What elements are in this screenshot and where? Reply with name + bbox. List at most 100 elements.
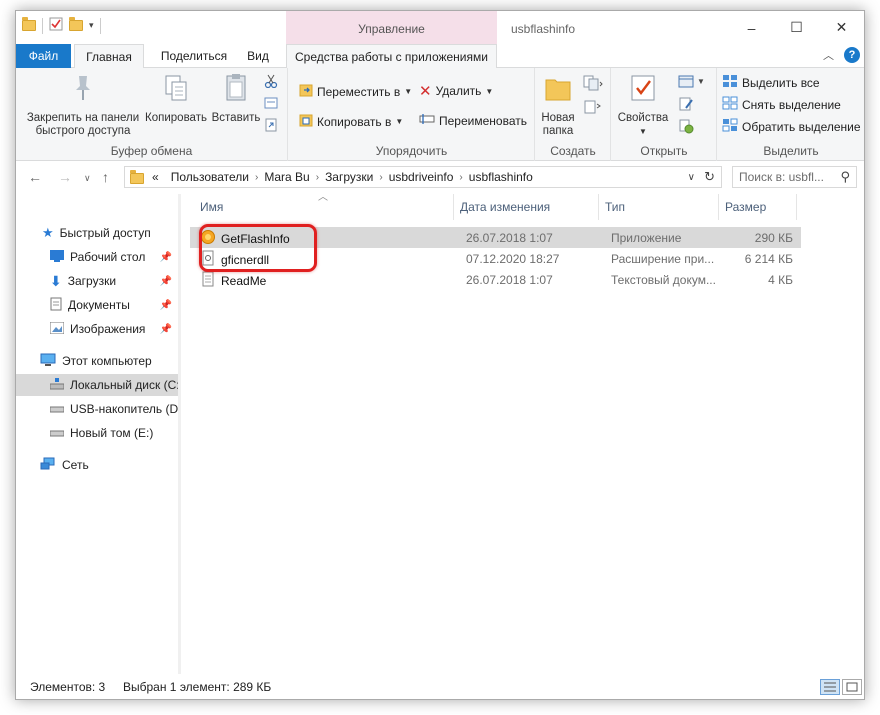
nav-documents[interactable]: Документы 📌 [16,294,178,316]
new-folder-button[interactable]: Новая папка [538,72,578,138]
invert-selection-button[interactable]: Обратить выделение [722,118,861,135]
address-bar[interactable]: « Пользователи › Mara Bu › Загрузки › us… [124,166,722,188]
pin-quick-access-button[interactable]: Закрепить на панели быстрого доступа [22,72,144,138]
open-icon[interactable]: ▼ [678,74,704,88]
breadcrumb-usbdriveinfo[interactable]: usbdriveinfo [383,170,460,184]
edit-icon[interactable] [678,96,694,112]
column-header-name[interactable]: Имя [194,194,454,220]
pin-icon[interactable]: 📌 [160,252,172,263]
maximize-button[interactable]: ☐ [774,11,819,44]
tab-application-tools[interactable]: Средства работы с приложениями [286,44,497,69]
copy-path-icon[interactable] [264,96,278,110]
new-item-icon[interactable] [582,74,604,92]
help-icon[interactable]: ? [844,47,860,63]
nav-scrollbar[interactable] [178,194,181,674]
easy-access-icon[interactable] [582,98,604,116]
nav-desktop[interactable]: Рабочий стол 📌 [16,246,178,268]
pin-icon[interactable]: 📌 [160,324,172,335]
select-all-label: Выделить все [742,75,820,90]
paste-label: Вставить [211,112,261,124]
forward-arrow-icon[interactable]: → [58,169,72,185]
back-arrow-icon[interactable]: ← [28,169,42,185]
file-date: 07.12.2020 18:27 [466,252,560,266]
new-group-label: Создать [550,144,596,158]
pictures-icon [49,321,65,337]
address-row: ← → ∨ ↑ « Пользователи › Mara Bu › Загру… [16,161,864,193]
search-input[interactable]: Поиск в: usbfl... ⚲ [732,166,857,188]
pin-icon [22,72,144,108]
paste-shortcut-icon[interactable] [264,118,278,132]
pin-label: Закрепить на панели быстрого доступа [26,112,140,137]
properties-label: Свойства [617,112,669,124]
recent-locations-icon[interactable]: ∨ [84,173,91,184]
pin-icon[interactable]: 📌 [160,276,172,287]
paste-icon [210,72,262,108]
copy-to-dropdown-icon: ▼ [395,117,404,126]
breadcrumb-usbflashinfo[interactable]: usbflashinfo [463,170,539,184]
manage-label: Управление [358,22,425,36]
nav-desktop-label: Рабочий стол [70,250,146,264]
nav-new-volume[interactable]: Новый том (E:) [16,422,178,444]
collapse-ribbon-icon[interactable]: ︿ [823,47,834,63]
nav-quick-access[interactable]: ★ Быстрый доступ [16,222,178,244]
maximize-icon: ☐ [790,19,803,35]
column-header-size[interactable]: Размер [719,194,797,220]
properties-button[interactable]: Свойства ▼ [616,72,670,138]
delete-button[interactable]: ✕ Удалить ▼ [419,82,493,100]
select-all-button[interactable]: Выделить все [722,74,820,91]
table-row[interactable]: ReadMe 26.07.2018 1:07 Текстовый докум..… [190,269,801,290]
close-icon: ✕ [835,19,848,35]
nav-local-disk[interactable]: Локальный диск (C: [16,374,178,396]
nav-quick-access-label: Быстрый доступ [59,226,151,240]
open-group-label: Открыть [640,144,688,158]
minimize-button[interactable]: – [729,11,774,44]
column-header-type[interactable]: Тип [599,194,719,220]
copy-button[interactable]: Копировать [144,72,208,125]
folder-icon[interactable] [22,17,36,31]
breadcrumb-user[interactable]: Mara Bu [258,170,315,184]
close-button[interactable]: ✕ [819,11,864,44]
tab-home[interactable]: Главная [74,44,144,69]
breadcrumb-downloads[interactable]: Загрузки [319,170,379,184]
paste-button[interactable]: Вставить [210,72,262,125]
breadcrumb-users[interactable]: Пользователи [165,170,255,184]
select-none-button[interactable]: Снять выделение [722,96,841,113]
breadcrumb-overflow[interactable]: « [144,170,165,184]
address-dropdown-icon[interactable]: ∨ [688,172,695,183]
new-folder-icon[interactable] [69,17,83,31]
tab-view[interactable]: Вид [238,44,278,68]
refresh-icon[interactable]: ↻ [704,169,715,185]
column-header-date[interactable]: Дата изменения [454,194,599,220]
cut-icon[interactable] [264,74,278,88]
copy-icon [144,72,208,108]
tab-share[interactable]: Поделиться [154,44,234,68]
up-arrow-icon[interactable]: ↑ [102,169,109,185]
address-folder-icon [130,170,144,184]
file-type: Расширение при... [611,252,715,266]
ribbon-controls: ︿ ? [823,47,860,63]
rename-button[interactable]: Переименовать [419,112,527,129]
file-name-cell: ReadMe [200,271,450,290]
large-icons-view-icon[interactable] [842,679,862,695]
tab-file[interactable]: Файл [16,44,71,68]
nav-network[interactable]: Сеть [16,454,178,476]
move-to-button[interactable]: Переместить в ▼ [299,82,412,101]
file-list: ︿ Имя Дата изменения Тип Размер GetFlash… [182,192,864,674]
delete-x-icon: ✕ [419,83,432,100]
nav-pictures[interactable]: Изображения 📌 [16,318,178,340]
properties-check-icon[interactable] [49,17,63,34]
highlight-annotation [199,224,317,272]
nav-local-disk-label: Локальный диск (C: [70,378,178,392]
details-view-icon[interactable] [820,679,840,695]
pin-icon[interactable]: 📌 [160,300,172,311]
navigation-pane: ★ Быстрый доступ Рабочий стол 📌 ⬇ Загруз… [16,194,178,674]
organize-group-label: Упорядочить [375,144,448,158]
history-icon[interactable] [678,118,694,134]
customize-toolbar-icon[interactable]: ▾ [89,20,94,31]
nav-usb-drive[interactable]: USB-накопитель (D: [16,398,178,420]
copy-to-button[interactable]: Копировать в ▼ [299,112,403,131]
search-icon[interactable]: ⚲ [840,169,850,185]
nav-downloads[interactable]: ⬇ Загрузки 📌 [16,270,178,292]
nav-this-pc[interactable]: Этот компьютер [16,350,178,372]
open-group: Свойства ▼ ▼ Открыть [612,68,717,161]
